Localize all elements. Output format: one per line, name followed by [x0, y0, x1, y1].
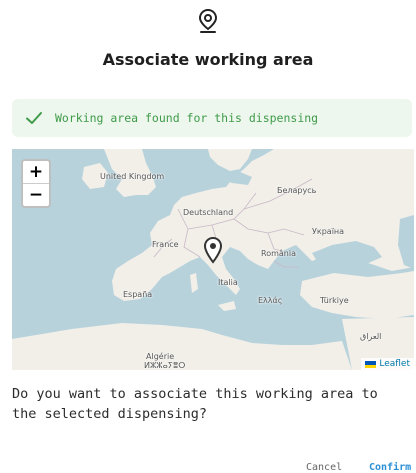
- confirm-button[interactable]: Confirm: [369, 462, 411, 473]
- leaflet-link[interactable]: Leaflet: [379, 359, 410, 369]
- map-label-france: France: [152, 240, 179, 249]
- map-marker-icon[interactable]: [203, 236, 223, 264]
- map-label-ukraine: Україна: [312, 227, 345, 236]
- map-label-deutschland: Deutschland: [183, 208, 234, 217]
- map-label-belarus: Беларусь: [277, 186, 317, 195]
- map-label-romania: România: [261, 249, 296, 258]
- confirmation-question: Do you want to associate this working ar…: [12, 386, 378, 422]
- map-label-ellada: Ελλάς: [258, 296, 283, 305]
- zoom-in-button[interactable]: +: [23, 161, 49, 184]
- map-label-algerie-berber: ⵍⵣⵣⴰⵢⴻⵔ: [144, 361, 186, 370]
- map-pin-icon: [198, 8, 218, 33]
- map-label-algerie: Algérie: [146, 352, 175, 361]
- map-label-turkiye: Türkiye: [320, 296, 349, 305]
- map-attribution[interactable]: Leaflet: [361, 358, 414, 370]
- map-label-iraq: العراق: [360, 332, 382, 341]
- zoom-out-button[interactable]: −: [23, 184, 49, 206]
- check-icon: [26, 112, 42, 124]
- zoom-control: + −: [21, 159, 51, 208]
- success-alert: Working area found for this dispensing: [12, 99, 412, 137]
- alert-message: Working area found for this dispensing: [55, 111, 319, 125]
- map-label-espana: España: [123, 290, 153, 299]
- dialog-title: Associate working area: [102, 50, 314, 69]
- map-label-united-kingdom: United Kingdom: [100, 172, 165, 181]
- cancel-button[interactable]: Cancel: [306, 462, 342, 473]
- ukraine-flag-icon: [365, 360, 377, 368]
- map-label-italia: Italia: [218, 278, 238, 287]
- map-view[interactable]: + − United Kingdom Беларусь Deutschland …: [12, 149, 414, 370]
